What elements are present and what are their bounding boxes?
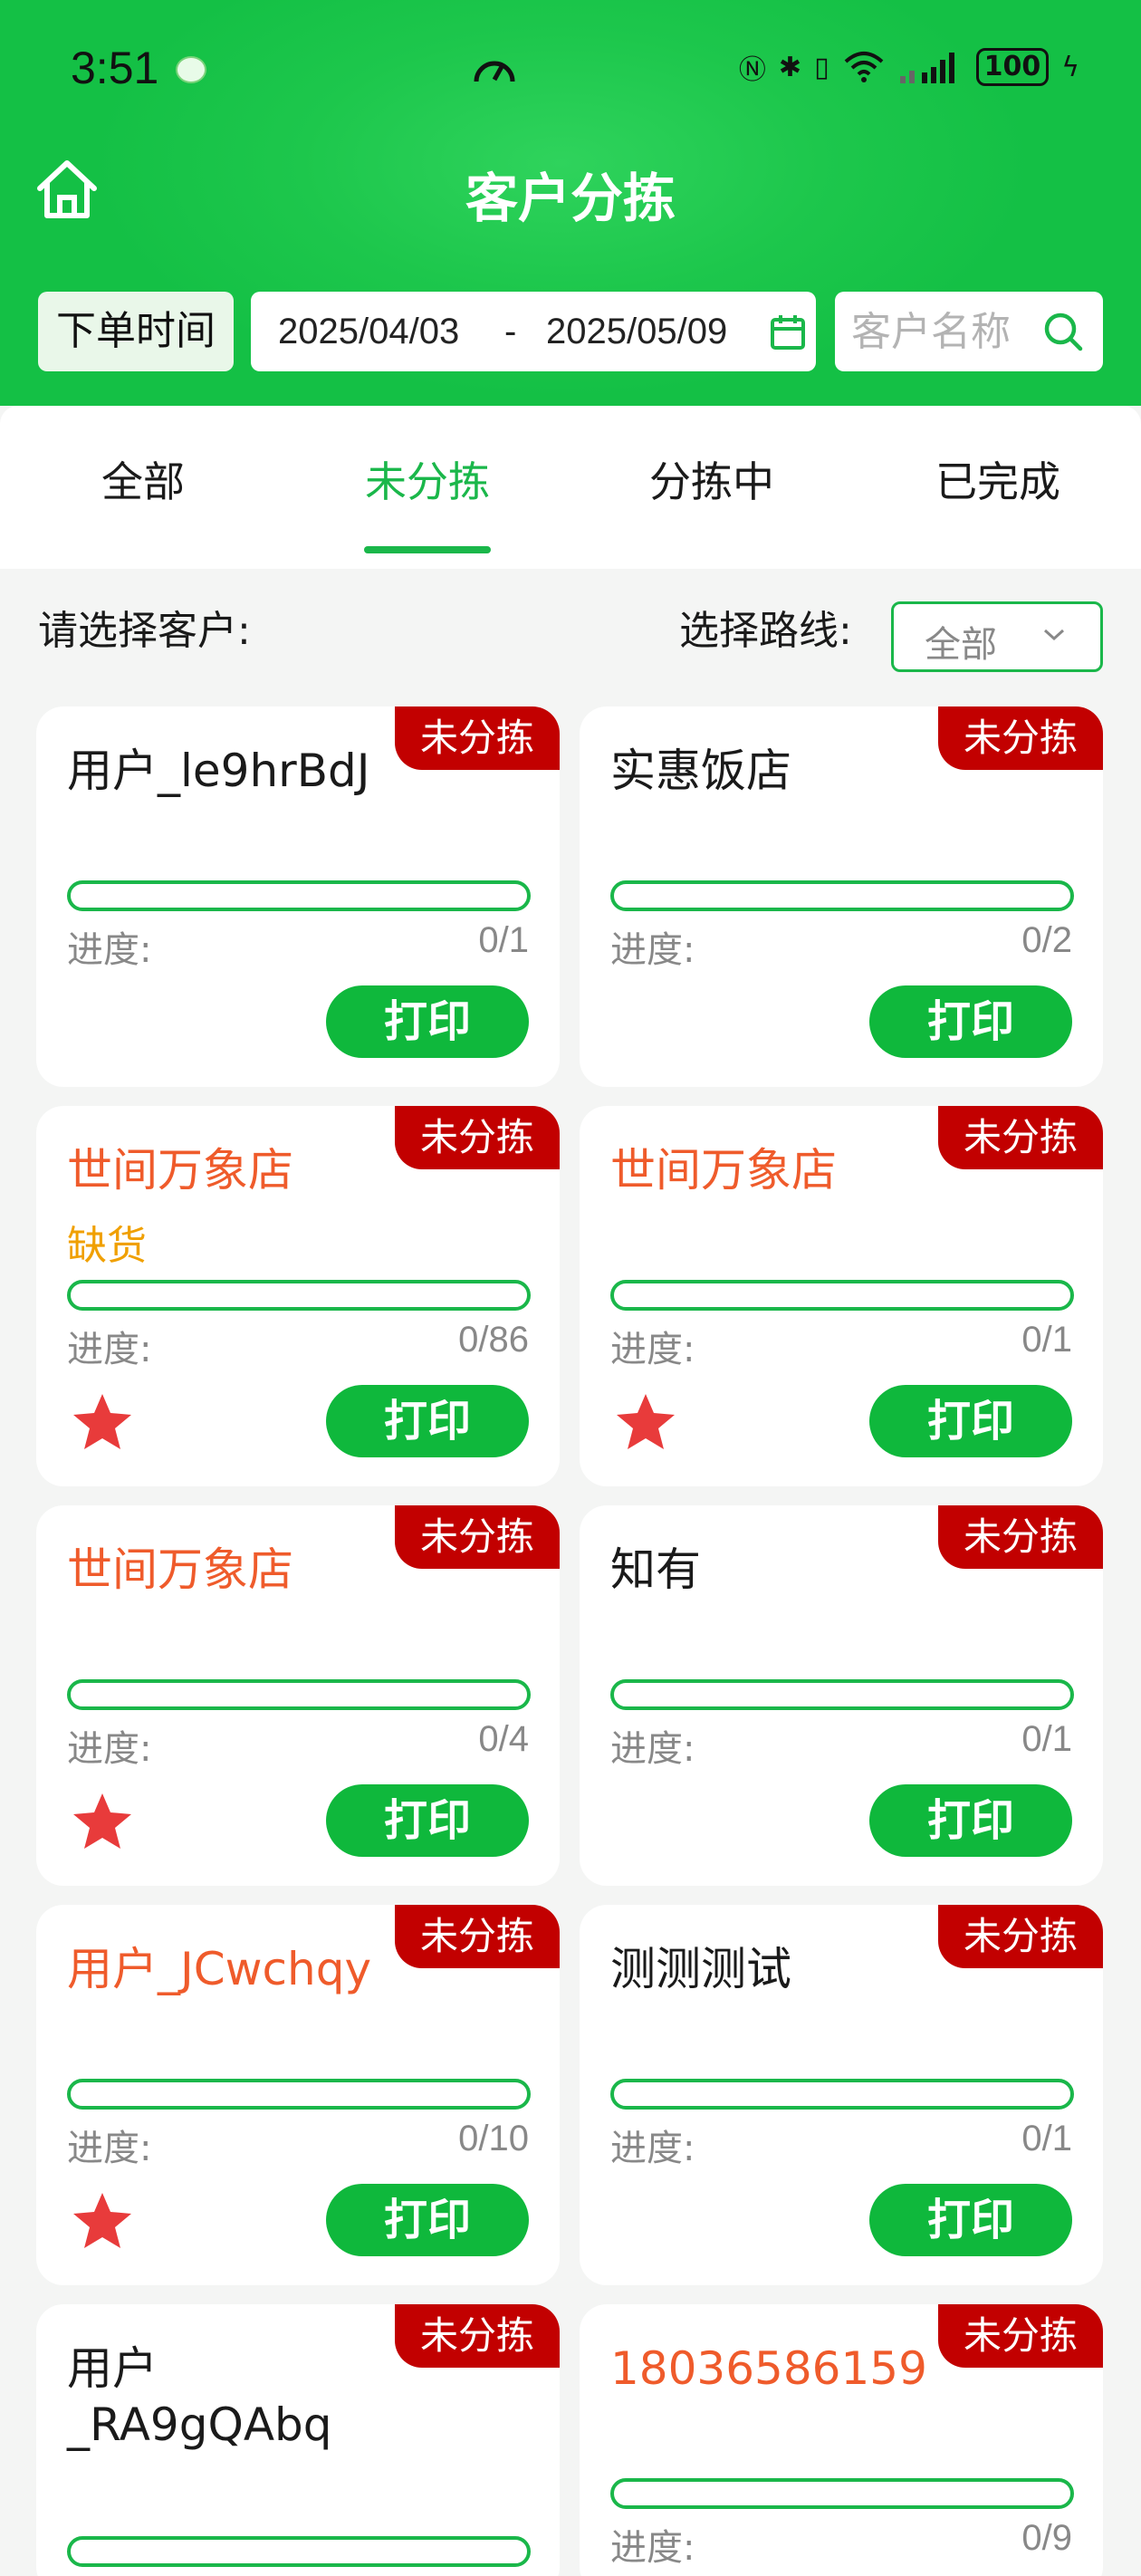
progress-value: 0/10 [458, 2119, 529, 2158]
print-button[interactable]: 打印 [326, 1385, 529, 1457]
customer-search-input[interactable] [851, 292, 1041, 371]
date-start: 2025/04/03 [278, 312, 460, 351]
nfc-icon: Ⓝ [738, 54, 766, 86]
customer-name: 测测测试 [610, 1943, 791, 1995]
progress-value: 0/1 [1021, 2119, 1072, 2158]
star-icon[interactable] [71, 1390, 134, 1454]
vibrate-icon: ▯ [814, 51, 829, 83]
wifi-icon [844, 52, 883, 82]
status-bar: 3:51 Ⓝ ✱ ▯ 100 ϟ [0, 34, 1141, 107]
calendar-icon[interactable] [769, 313, 807, 351]
date-separator: - [504, 312, 517, 351]
progress-label: 进度: [610, 2527, 695, 2569]
progress-bar [67, 1679, 531, 1710]
progress-value: 0/9 [1021, 2518, 1072, 2558]
select-route-label: 选择路线: [679, 608, 852, 654]
print-button[interactable]: 打印 [869, 985, 1072, 1058]
customer-card[interactable]: 未分拣 18036586159 进度: 0/9 [580, 2304, 1103, 2576]
progress-label: 进度: [610, 929, 695, 971]
progress-value: 0/86 [458, 1320, 529, 1360]
status-icons: Ⓝ ✱ ▯ 100 ϟ [739, 47, 1079, 87]
customer-card[interactable]: 未分拣 用户_le9hrBdJ 进度: 0/1 打印 [36, 706, 560, 1087]
customer-card[interactable]: 未分拣 测测测试 进度: 0/1 打印 [580, 1905, 1103, 2285]
customer-card[interactable]: 未分拣 用户_JCwchqy 进度: 0/10 打印 [36, 1905, 560, 2285]
status-tabs: 全部 未分拣 分拣中 已完成 [0, 406, 1141, 569]
customer-card[interactable]: 未分拣 世间万象店 缺货 进度: 0/86 打印 [36, 1106, 560, 1486]
print-button[interactable]: 打印 [326, 1784, 529, 1857]
progress-label: 进度: [67, 929, 152, 971]
shortage-label: 缺货 [67, 1223, 147, 1269]
charging-icon: ϟ [1061, 51, 1079, 83]
progress-value: 0/2 [1021, 920, 1072, 960]
print-button[interactable]: 打印 [869, 2184, 1072, 2256]
tab-all[interactable]: 全部 [34, 449, 252, 509]
progress-bar [610, 880, 1074, 911]
progress-bar [610, 2478, 1074, 2509]
customer-name: 知有 [610, 1543, 701, 1596]
progress-bar [67, 2536, 531, 2567]
star-icon[interactable] [71, 2189, 134, 2253]
progress-bar [67, 2079, 531, 2110]
header: 3:51 Ⓝ ✱ ▯ 100 ϟ 客户分拣 下单时间 2025/04/03 - … [0, 0, 1141, 406]
active-tab-indicator [364, 546, 491, 553]
page-title: 客户分拣 [465, 168, 676, 229]
date-end: 2025/05/09 [546, 312, 728, 351]
wechat-notification-icon [176, 56, 206, 83]
search-icon[interactable] [1041, 310, 1085, 353]
speed-gauge-icon [474, 61, 515, 82]
customer-card[interactable]: 未分拣 世间万象店 进度: 0/1 打印 [580, 1106, 1103, 1486]
print-button[interactable]: 打印 [869, 1385, 1072, 1457]
customer-card[interactable]: 未分拣 实惠饭店 进度: 0/2 打印 [580, 706, 1103, 1087]
progress-bar [610, 1280, 1074, 1311]
route-dropdown[interactable]: 全部 [891, 601, 1103, 672]
customer-name: 世间万象店 [610, 1144, 837, 1197]
print-button[interactable]: 打印 [326, 2184, 529, 2256]
star-icon[interactable] [71, 1790, 134, 1853]
chevron-down-icon [1043, 629, 1065, 641]
progress-bar [610, 2079, 1074, 2110]
tab-completed[interactable]: 已完成 [889, 449, 1107, 509]
print-button[interactable]: 打印 [869, 1784, 1072, 1857]
customer-name: 世间万象店 [67, 1144, 293, 1197]
customer-search-box[interactable] [835, 292, 1103, 371]
date-range-picker[interactable]: 2025/04/03 - 2025/05/09 [251, 292, 816, 371]
bluetooth-icon: ✱ [778, 51, 802, 83]
progress-label: 进度: [67, 1728, 152, 1770]
customer-card[interactable]: 未分拣 世间万象店 进度: 0/4 打印 [36, 1505, 560, 1886]
tab-sorting[interactable]: 分拣中 [603, 449, 820, 509]
customer-card[interactable]: 未分拣 知有 进度: 0/1 打印 [580, 1505, 1103, 1886]
customer-name: 实惠饭店 [610, 745, 791, 797]
route-dropdown-value: 全部 [925, 624, 997, 666]
customer-name: 用户_JCwchqy [67, 1943, 372, 1995]
progress-label: 进度: [610, 1728, 695, 1770]
tab-unsorted[interactable]: 未分拣 [319, 449, 536, 509]
print-button[interactable]: 打印 [326, 985, 529, 1058]
customer-name: 世间万象店 [67, 1543, 293, 1596]
customer-card[interactable]: 未分拣 用户_RA9gQAbq [36, 2304, 560, 2576]
progress-bar [67, 880, 531, 911]
status-badge: 未分拣 [395, 2304, 560, 2368]
customer-name: 18036586159 [610, 2342, 927, 2395]
progress-label: 进度: [67, 1329, 152, 1370]
progress-bar [610, 1679, 1074, 1710]
customer-name: 用户_RA9gQAbq [67, 2342, 332, 2451]
order-time-label: 下单时间 [38, 292, 234, 371]
progress-bar [67, 1280, 531, 1311]
status-time: 3:51 [71, 43, 159, 93]
progress-value: 0/1 [478, 920, 529, 960]
selector-row: 请选择客户: 选择路线: 全部 [0, 569, 1141, 674]
progress-label: 进度: [610, 2128, 695, 2169]
progress-label: 进度: [610, 1329, 695, 1370]
progress-label: 进度: [67, 2128, 152, 2169]
star-icon[interactable] [614, 1390, 677, 1454]
progress-value: 0/1 [1021, 1320, 1072, 1360]
signal-icon [899, 53, 954, 83]
progress-value: 0/1 [1021, 1719, 1072, 1759]
battery-indicator: 100 [975, 48, 1050, 86]
customer-name: 用户_le9hrBdJ [67, 745, 370, 797]
select-customer-label: 请选择客户: [38, 608, 251, 654]
progress-value: 0/4 [478, 1719, 529, 1759]
